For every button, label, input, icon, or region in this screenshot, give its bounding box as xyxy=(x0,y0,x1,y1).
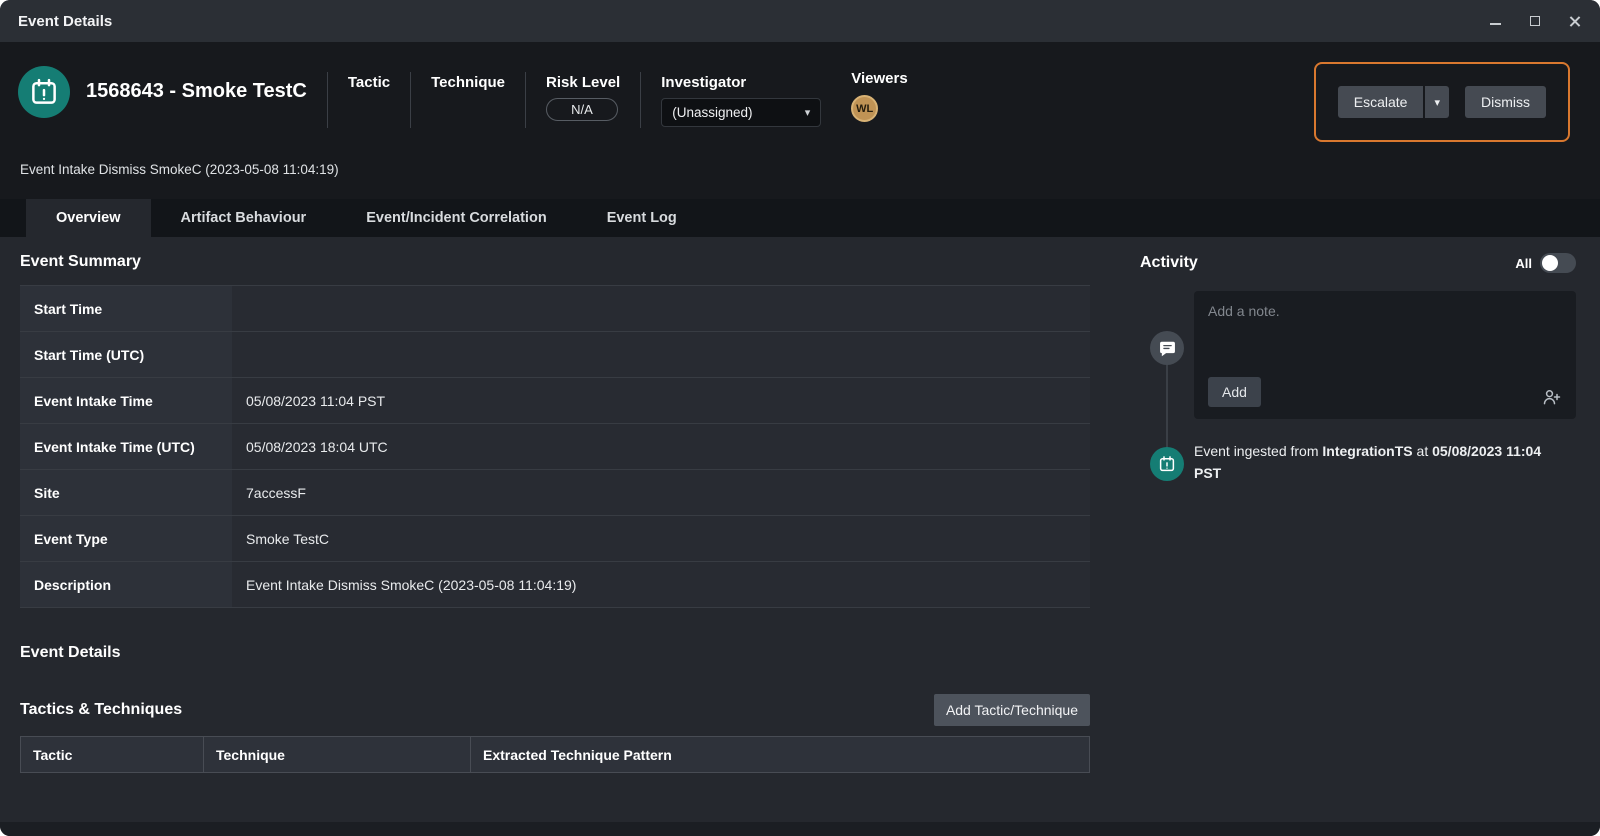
viewers-label: Viewers xyxy=(851,70,907,87)
tactics-table-header: Tactic Technique Extracted Technique Pat… xyxy=(20,736,1090,773)
tab-event-incident-correlation[interactable]: Event/Incident Correlation xyxy=(336,199,576,237)
titlebar: Event Details xyxy=(0,0,1600,42)
main-content: Event Summary Start Time Start Time (UTC… xyxy=(0,237,1600,822)
table-row: Start Time (UTC) xyxy=(20,332,1090,378)
row-value: Event Intake Dismiss SmokeC (2023-05-08 … xyxy=(232,562,1090,607)
event-title: 1568643 - Smoke TestC xyxy=(86,80,307,103)
activity-filter: All xyxy=(1515,253,1576,273)
table-row: Event Intake Time (UTC) 05/08/2023 18:04… xyxy=(20,424,1090,470)
technique-label: Technique xyxy=(431,74,505,91)
minimize-button[interactable] xyxy=(1488,14,1502,28)
maximize-icon xyxy=(1530,16,1540,26)
table-row: Description Event Intake Dismiss SmokeC … xyxy=(20,562,1090,608)
header-col-risk-level: Risk Level N/A xyxy=(526,74,620,121)
entry-source: IntegrationTS xyxy=(1322,443,1412,459)
minimize-icon xyxy=(1490,23,1501,25)
entry-connector: at xyxy=(1413,443,1432,459)
chevron-down-icon: ▾ xyxy=(805,106,811,119)
row-label: Event Intake Time xyxy=(20,378,232,423)
investigator-label: Investigator xyxy=(661,74,821,91)
table-row: Event Intake Time 05/08/2023 11:04 PST xyxy=(20,378,1090,424)
all-activity-toggle[interactable] xyxy=(1540,253,1576,273)
row-label: Start Time (UTC) xyxy=(20,332,232,377)
header-col-investigator: Investigator (Unassigned) ▾ xyxy=(641,74,821,127)
row-label: Description xyxy=(20,562,232,607)
escalate-dropdown-button[interactable]: ▾ xyxy=(1425,86,1449,118)
row-value xyxy=(232,286,1090,331)
event-header: 1568643 - Smoke TestC Tactic Technique R… xyxy=(0,42,1600,199)
tactic-label: Tactic xyxy=(348,74,390,91)
column-header-extracted-pattern: Extracted Technique Pattern xyxy=(471,737,1089,772)
tab-bar: Overview Artifact Behaviour Event/Incide… xyxy=(0,199,1600,237)
toggle-knob xyxy=(1542,255,1558,271)
row-label: Event Type xyxy=(20,516,232,561)
header-col-technique: Technique xyxy=(411,74,505,91)
maximize-button[interactable] xyxy=(1528,14,1542,28)
note-composer: Add xyxy=(1194,291,1576,419)
tab-artifact-behaviour[interactable]: Artifact Behaviour xyxy=(151,199,337,237)
dismiss-button[interactable]: Dismiss xyxy=(1465,86,1546,118)
viewer-avatar[interactable]: WL xyxy=(851,95,878,122)
entry-prefix: Event ingested from xyxy=(1194,443,1322,459)
row-label: Start Time xyxy=(20,286,232,331)
header-col-tactic: Tactic xyxy=(328,74,390,91)
activity-heading: Activity xyxy=(1140,254,1198,272)
escalate-button-group: Escalate ▾ xyxy=(1338,86,1449,118)
row-value: 7accessF xyxy=(232,470,1090,515)
activity-timeline: Add Event in xyxy=(1140,291,1576,521)
table-row: Site 7accessF xyxy=(20,470,1090,516)
tab-overview[interactable]: Overview xyxy=(26,199,151,237)
row-value xyxy=(232,332,1090,377)
window-title: Event Details xyxy=(18,13,112,30)
note-bubble-icon xyxy=(1150,331,1184,365)
event-details-heading: Event Details xyxy=(20,644,1090,662)
escalate-button[interactable]: Escalate xyxy=(1338,86,1424,118)
window-bottom-edge xyxy=(0,822,1600,836)
row-value: Smoke TestC xyxy=(232,516,1090,561)
event-ingested-icon xyxy=(1150,447,1184,481)
event-actions-box: Escalate ▾ Dismiss xyxy=(1314,62,1570,142)
close-icon xyxy=(1569,15,1581,27)
row-label: Site xyxy=(20,470,232,515)
close-button[interactable] xyxy=(1568,14,1582,28)
row-value: 05/08/2023 11:04 PST xyxy=(232,378,1090,423)
timeline-content: Add Event in xyxy=(1194,291,1576,521)
event-subtitle: Event Intake Dismiss SmokeC (2023-05-08 … xyxy=(20,162,1570,177)
tab-event-log[interactable]: Event Log xyxy=(577,199,707,237)
add-tactic-technique-button[interactable]: Add Tactic/Technique xyxy=(934,694,1090,726)
investigator-value: (Unassigned) xyxy=(672,105,752,120)
row-value: 05/08/2023 18:04 UTC xyxy=(232,424,1090,469)
row-label: Event Intake Time (UTC) xyxy=(20,424,232,469)
note-input[interactable] xyxy=(1208,303,1562,377)
tactics-techniques-header: Tactics & Techniques Add Tactic/Techniqu… xyxy=(20,694,1090,726)
timeline-icons xyxy=(1140,291,1194,521)
table-row: Event Type Smoke TestC xyxy=(20,516,1090,562)
add-note-button[interactable]: Add xyxy=(1208,377,1261,407)
add-person-icon[interactable] xyxy=(1542,387,1562,407)
risk-level-label: Risk Level xyxy=(546,74,620,91)
risk-level-badge: N/A xyxy=(546,98,618,121)
event-calendar-icon xyxy=(18,66,70,118)
event-summary-heading: Event Summary xyxy=(20,253,1090,271)
tactics-techniques-heading: Tactics & Techniques xyxy=(20,701,182,719)
event-summary-table: Start Time Start Time (UTC) Event Intake… xyxy=(20,285,1090,608)
event-overview-panel: Event Summary Start Time Start Time (UTC… xyxy=(20,253,1090,822)
event-details-window: Event Details 1568643 - Smoke TestC Ta xyxy=(0,0,1600,836)
activity-panel: Activity All xyxy=(1114,253,1576,822)
investigator-select[interactable]: (Unassigned) ▾ xyxy=(661,98,821,127)
table-row: Start Time xyxy=(20,286,1090,332)
column-header-technique: Technique xyxy=(204,737,471,772)
viewers-section: Viewers WL xyxy=(851,70,907,122)
column-header-tactic: Tactic xyxy=(21,737,204,772)
window-controls xyxy=(1488,14,1582,28)
all-filter-label: All xyxy=(1515,256,1532,271)
activity-entry: Event ingested from IntegrationTS at 05/… xyxy=(1194,441,1564,484)
